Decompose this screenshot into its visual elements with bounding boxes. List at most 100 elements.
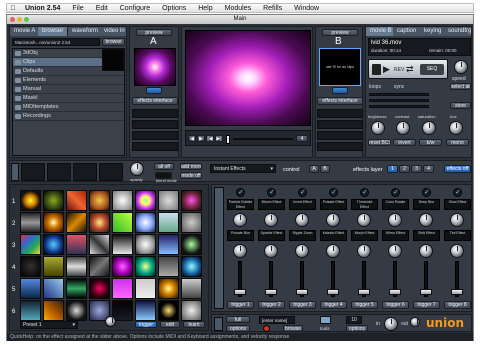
effect-name-slot[interactable]: Color Rotate xyxy=(382,199,409,210)
play-button[interactable]: ▶ xyxy=(197,135,205,142)
slot-b-3[interactable] xyxy=(317,131,363,140)
clip-thumbnail[interactable] xyxy=(20,212,41,233)
effect-fader-handle[interactable] xyxy=(234,289,246,295)
layer-2-button[interactable]: 2 xyxy=(399,165,410,173)
store-button[interactable]: store xyxy=(450,102,471,109)
preview-b-small-button[interactable] xyxy=(332,87,348,94)
effect-trigger-button[interactable]: trigger 8 xyxy=(444,301,471,309)
effect-enable-checkbox[interactable] xyxy=(267,188,276,197)
prev-button[interactable]: |◀ xyxy=(206,135,214,142)
clip-thumbnail[interactable] xyxy=(158,278,179,299)
effects-side-strip[interactable] xyxy=(214,187,224,309)
invert-button[interactable]: invert xyxy=(393,139,416,146)
all-off-button[interactable]: all off xyxy=(154,163,174,170)
loop-bar-1[interactable] xyxy=(369,93,429,96)
rev-label[interactable]: REV xyxy=(394,67,404,73)
effect-name-slot[interactable]: Bloom Effect xyxy=(258,199,285,210)
clip-row-number[interactable]: 6 xyxy=(12,309,15,315)
effect-name-slot[interactable]: Pulsate Blur xyxy=(227,230,254,241)
clip-thumbnail[interactable] xyxy=(135,256,156,277)
clip-row-number[interactable]: 5 xyxy=(12,287,15,293)
learn-button[interactable]: learn xyxy=(183,321,205,328)
clip-thumbnail[interactable] xyxy=(158,190,179,211)
menu-configure[interactable]: Configure xyxy=(114,5,156,12)
tools-thumbnail[interactable] xyxy=(320,316,331,324)
clip-thumbnail[interactable] xyxy=(66,234,87,255)
clip-thumbnail[interactable] xyxy=(43,300,64,321)
clip-thumbnail[interactable] xyxy=(66,300,87,321)
effect-name-slot[interactable]: Invert Effect xyxy=(289,199,316,210)
effect-name-slot[interactable]: Ripple Zoom xyxy=(289,230,316,241)
menu-app[interactable]: Union 2.54 xyxy=(19,5,66,12)
out-knob[interactable] xyxy=(410,317,420,327)
edit-button[interactable]: edit xyxy=(160,321,180,328)
effect-trigger-button[interactable]: trigger 4 xyxy=(320,301,347,309)
clip-row-number[interactable]: 1 xyxy=(12,199,15,205)
clip-thumbnail[interactable] xyxy=(158,256,179,277)
tab-browser[interactable]: browser xyxy=(38,27,69,36)
effect-name-slot[interactable]: Shift Effect xyxy=(413,230,440,241)
clip-thumbnail[interactable] xyxy=(181,212,202,233)
effect-name-slot[interactable]: Morph Effect xyxy=(351,230,378,241)
effect-knob[interactable] xyxy=(419,244,433,258)
effect-name-slot[interactable]: Mirror Effect xyxy=(382,230,409,241)
clip-thumbnail[interactable] xyxy=(89,234,110,255)
effect-fader-handle[interactable] xyxy=(327,289,339,295)
clip-thumbnail[interactable] xyxy=(181,190,202,211)
mixer-slot-1[interactable] xyxy=(21,163,45,181)
clip-thumbnail[interactable] xyxy=(158,212,179,233)
slot-a-4[interactable] xyxy=(132,142,178,151)
menu-refills[interactable]: Refills xyxy=(257,5,288,12)
clip-thumbnail[interactable] xyxy=(43,278,64,299)
layer-3-button[interactable]: 3 xyxy=(411,165,422,173)
effect-trigger-button[interactable]: trigger 1 xyxy=(227,301,254,309)
effect-knob[interactable] xyxy=(419,213,433,227)
folder-item[interactable]: MIDItemplates xyxy=(13,103,124,112)
menu-help[interactable]: Help xyxy=(192,5,218,12)
clip-thumbnail[interactable] xyxy=(89,256,110,277)
full-button[interactable]: full xyxy=(226,316,250,323)
clip-thumbnail[interactable] xyxy=(66,212,87,233)
effect-name-slot[interactable]: Glow Effect xyxy=(444,199,471,210)
tab-keying[interactable]: keying xyxy=(420,27,447,36)
options-2-button[interactable]: options xyxy=(346,325,368,332)
apple-icon[interactable]:  xyxy=(7,5,19,12)
clip-thumbnail[interactable] xyxy=(112,278,133,299)
tab-soundtrg[interactable]: soundtrg xyxy=(444,27,472,36)
browse-path-button[interactable]: browse xyxy=(102,38,125,46)
menu-file[interactable]: File xyxy=(66,5,89,12)
effect-name-slot[interactable]: Kaleido Effect xyxy=(320,230,347,241)
effect-name-slot[interactable]: Tint Effect xyxy=(444,230,471,241)
clip-thumbnail[interactable] xyxy=(112,212,133,233)
clip-thumbnail[interactable] xyxy=(135,212,156,233)
position-slider[interactable] xyxy=(233,138,293,140)
mode-off-button[interactable]: mode off xyxy=(180,172,202,179)
browse-button[interactable]: browse xyxy=(283,325,303,332)
effect-trigger-button[interactable]: trigger 3 xyxy=(289,301,316,309)
effect-fader-handle[interactable] xyxy=(451,289,463,295)
slot-a-1[interactable] xyxy=(132,109,178,118)
clip-thumbnail[interactable] xyxy=(43,234,64,255)
clip-thumbnail[interactable] xyxy=(20,256,41,277)
hue-knob[interactable] xyxy=(449,121,463,135)
play-icon[interactable]: ▶ xyxy=(383,64,392,75)
effect-knob[interactable] xyxy=(388,244,402,258)
clip-thumbnail[interactable] xyxy=(43,212,64,233)
clip-row-number[interactable]: 2 xyxy=(12,221,15,227)
clip-thumbnail[interactable] xyxy=(135,234,156,255)
preview-a-label[interactable]: preview xyxy=(136,29,172,36)
clip-thumbnail[interactable] xyxy=(20,190,41,211)
loop-bar-2[interactable] xyxy=(369,99,429,102)
close-window-button[interactable] xyxy=(10,17,15,22)
clip-thumbnail[interactable] xyxy=(112,256,133,277)
name-input[interactable]: [enter name] xyxy=(259,316,295,324)
slot-a-3[interactable] xyxy=(132,131,178,140)
folder-item[interactable]: Elements xyxy=(13,76,124,85)
record-icon[interactable] xyxy=(263,325,270,332)
bw-button[interactable]: b/w xyxy=(419,139,442,146)
effect-trigger-button[interactable]: trigger 2 xyxy=(258,301,285,309)
effect-knob[interactable] xyxy=(233,244,247,258)
brightness-knob[interactable] xyxy=(371,121,385,135)
effect-name-slot[interactable]: Pulsate Effect xyxy=(320,199,347,210)
clip-thumbnail[interactable] xyxy=(20,234,41,255)
